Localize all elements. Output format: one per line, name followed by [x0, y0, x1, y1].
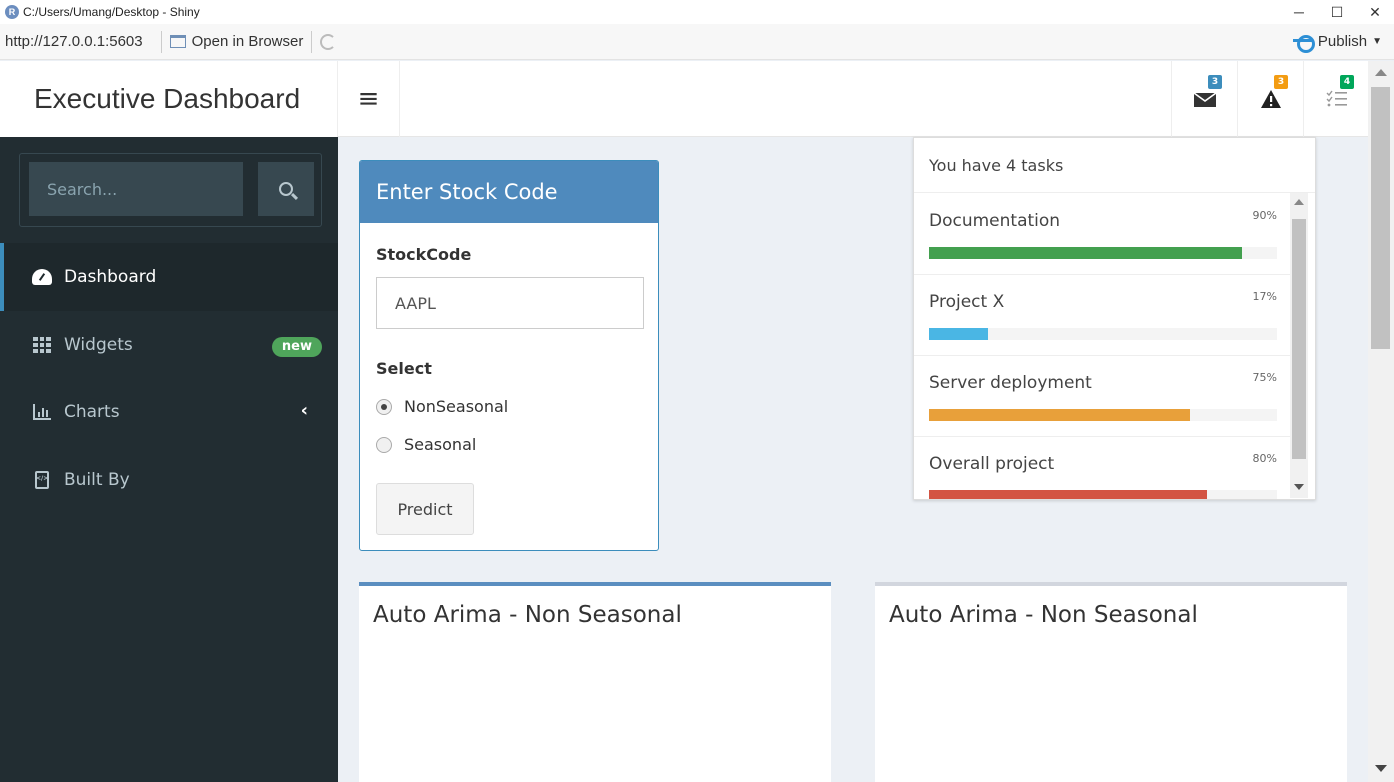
refresh-icon[interactable] — [320, 33, 337, 50]
sidebar-search-form — [19, 153, 322, 227]
top-navbar: ≡ 3 3 4 — [338, 61, 1368, 137]
task-percent: 17% — [1252, 290, 1277, 303]
dashboard-icon — [32, 269, 52, 285]
task-percent: 90% — [1252, 209, 1277, 222]
warning-icon — [1260, 90, 1281, 108]
r-logo-icon: R — [5, 5, 19, 19]
messages-menu-button[interactable]: 3 — [1171, 61, 1237, 137]
auto-arima-box: Auto Arima - Non Seasonal — [359, 582, 831, 782]
bar-chart-icon — [32, 404, 52, 420]
sidebar-item-label: Charts — [64, 402, 120, 422]
sidebar-item-dashboard[interactable]: Dashboard — [0, 243, 338, 311]
sidebar-item-label: Dashboard — [64, 267, 157, 287]
task-progress-track — [929, 247, 1277, 259]
task-item[interactable]: Overall project 80% — [914, 436, 1290, 499]
sidebar-toggle-button[interactable]: ≡ — [338, 61, 400, 137]
minimize-button[interactable]: ─ — [1280, 0, 1318, 24]
scroll-up-icon[interactable] — [1375, 69, 1387, 76]
search-icon — [279, 182, 293, 196]
publish-button[interactable]: Publish ▼ — [1292, 33, 1382, 53]
task-name: Documentation — [929, 211, 1061, 231]
sidebar-item-charts[interactable]: Charts ‹ — [0, 378, 338, 446]
task-percent: 80% — [1252, 452, 1277, 465]
stockcode-input[interactable]: AAPL — [376, 277, 644, 329]
page-scroll-thumb[interactable] — [1371, 87, 1390, 349]
task-name: Server deployment — [929, 373, 1092, 393]
window-title: C:/Users/Umang/Desktop - Shiny — [23, 5, 200, 19]
box-title: Auto Arima - Non Seasonal — [373, 602, 682, 628]
radio-nonseasonal[interactable]: NonSeasonal — [376, 397, 508, 416]
viewer-url[interactable]: http://127.0.0.1:5603 — [0, 33, 153, 50]
page-scrollbar[interactable] — [1368, 61, 1394, 782]
task-percent: 75% — [1252, 371, 1277, 384]
warnings-menu-button[interactable]: 3 — [1237, 61, 1303, 137]
sidebar-item-label: Widgets — [64, 335, 133, 355]
messages-count-badge: 3 — [1208, 75, 1222, 89]
radio-selected-icon — [376, 398, 392, 415]
tasks-list-icon — [1326, 90, 1347, 107]
new-badge: new — [271, 337, 322, 357]
envelope-icon — [1193, 92, 1216, 107]
chevron-down-icon: ▼ — [1372, 36, 1382, 47]
warnings-count-badge: 3 — [1274, 75, 1288, 89]
box-title: Auto Arima - Non Seasonal — [889, 602, 1198, 628]
task-progress-bar — [929, 490, 1208, 499]
stock-box-title: Enter Stock Code — [360, 161, 658, 223]
window-controls: ─ ☐ ✕ — [1280, 0, 1394, 24]
scroll-up-icon[interactable] — [1294, 199, 1304, 205]
search-input[interactable] — [29, 162, 243, 216]
open-in-browser-button[interactable]: Open in Browser — [169, 33, 304, 50]
task-progress-bar — [929, 409, 1190, 421]
radio-label: NonSeasonal — [404, 397, 509, 416]
task-progress-bar — [929, 328, 989, 340]
window-titlebar: R C:/Users/Umang/Desktop - Shiny ─ ☐ ✕ — [0, 0, 1394, 24]
predict-button[interactable]: Predict — [376, 483, 474, 535]
maximize-button[interactable]: ☐ — [1318, 0, 1356, 24]
tasks-scrollbar[interactable] — [1290, 193, 1308, 498]
sidebar-item-label: Built By — [64, 470, 130, 490]
scroll-down-icon[interactable] — [1294, 484, 1304, 490]
task-progress-bar — [929, 247, 1243, 259]
tasks-count-badge: 4 — [1340, 75, 1354, 89]
publish-label: Publish — [1317, 33, 1368, 50]
close-button[interactable]: ✕ — [1356, 0, 1394, 24]
task-progress-track — [929, 328, 1277, 340]
stock-code-box: Enter Stock Code StockCode AAPL Select N… — [359, 160, 659, 551]
tasks-dropdown: You have 4 tasks Documentation 90% Proje… — [913, 137, 1316, 500]
tasks-menu-button[interactable]: 4 — [1303, 61, 1369, 137]
select-label: Select — [376, 359, 432, 378]
open-in-browser-label: Open in Browser — [191, 33, 304, 50]
sidebar-item-widgets[interactable]: Widgets new — [0, 311, 338, 379]
task-name: Project X — [929, 292, 1005, 312]
chevron-left-icon: ‹ — [300, 400, 308, 421]
tasks-scroll-thumb[interactable] — [1292, 219, 1306, 459]
search-button[interactable] — [258, 162, 314, 216]
open-browser-icon — [169, 35, 186, 48]
stockcode-label: StockCode — [376, 245, 472, 264]
toolbar-divider — [160, 30, 162, 53]
task-item[interactable]: Server deployment 75% — [914, 355, 1290, 437]
toolbar-divider — [311, 30, 313, 53]
radio-unselected-icon — [376, 436, 392, 453]
task-progress-track — [929, 409, 1277, 421]
task-progress-track — [929, 490, 1277, 499]
radio-label: Seasonal — [404, 435, 477, 454]
viewer-toolbar: http://127.0.0.1:5603 Open in Browser Pu… — [0, 24, 1394, 60]
publish-icon — [1292, 34, 1315, 53]
sidebar-item-built-by[interactable]: Built By — [0, 446, 338, 514]
grid-icon — [32, 337, 52, 353]
task-item[interactable]: Project X 17% — [914, 274, 1290, 356]
tasks-header: You have 4 tasks — [914, 138, 1315, 193]
task-item[interactable]: Documentation 90% — [914, 193, 1290, 275]
task-name: Overall project — [929, 454, 1055, 474]
sidebar: Dashboard Widgets new Charts ‹ Built By — [0, 137, 338, 782]
radio-seasonal[interactable]: Seasonal — [376, 435, 476, 454]
file-code-icon — [32, 471, 52, 489]
app-title[interactable]: Executive Dashboard — [0, 61, 338, 137]
auto-arima-box: Auto Arima - Non Seasonal — [875, 582, 1347, 782]
scroll-down-icon[interactable] — [1375, 765, 1387, 772]
